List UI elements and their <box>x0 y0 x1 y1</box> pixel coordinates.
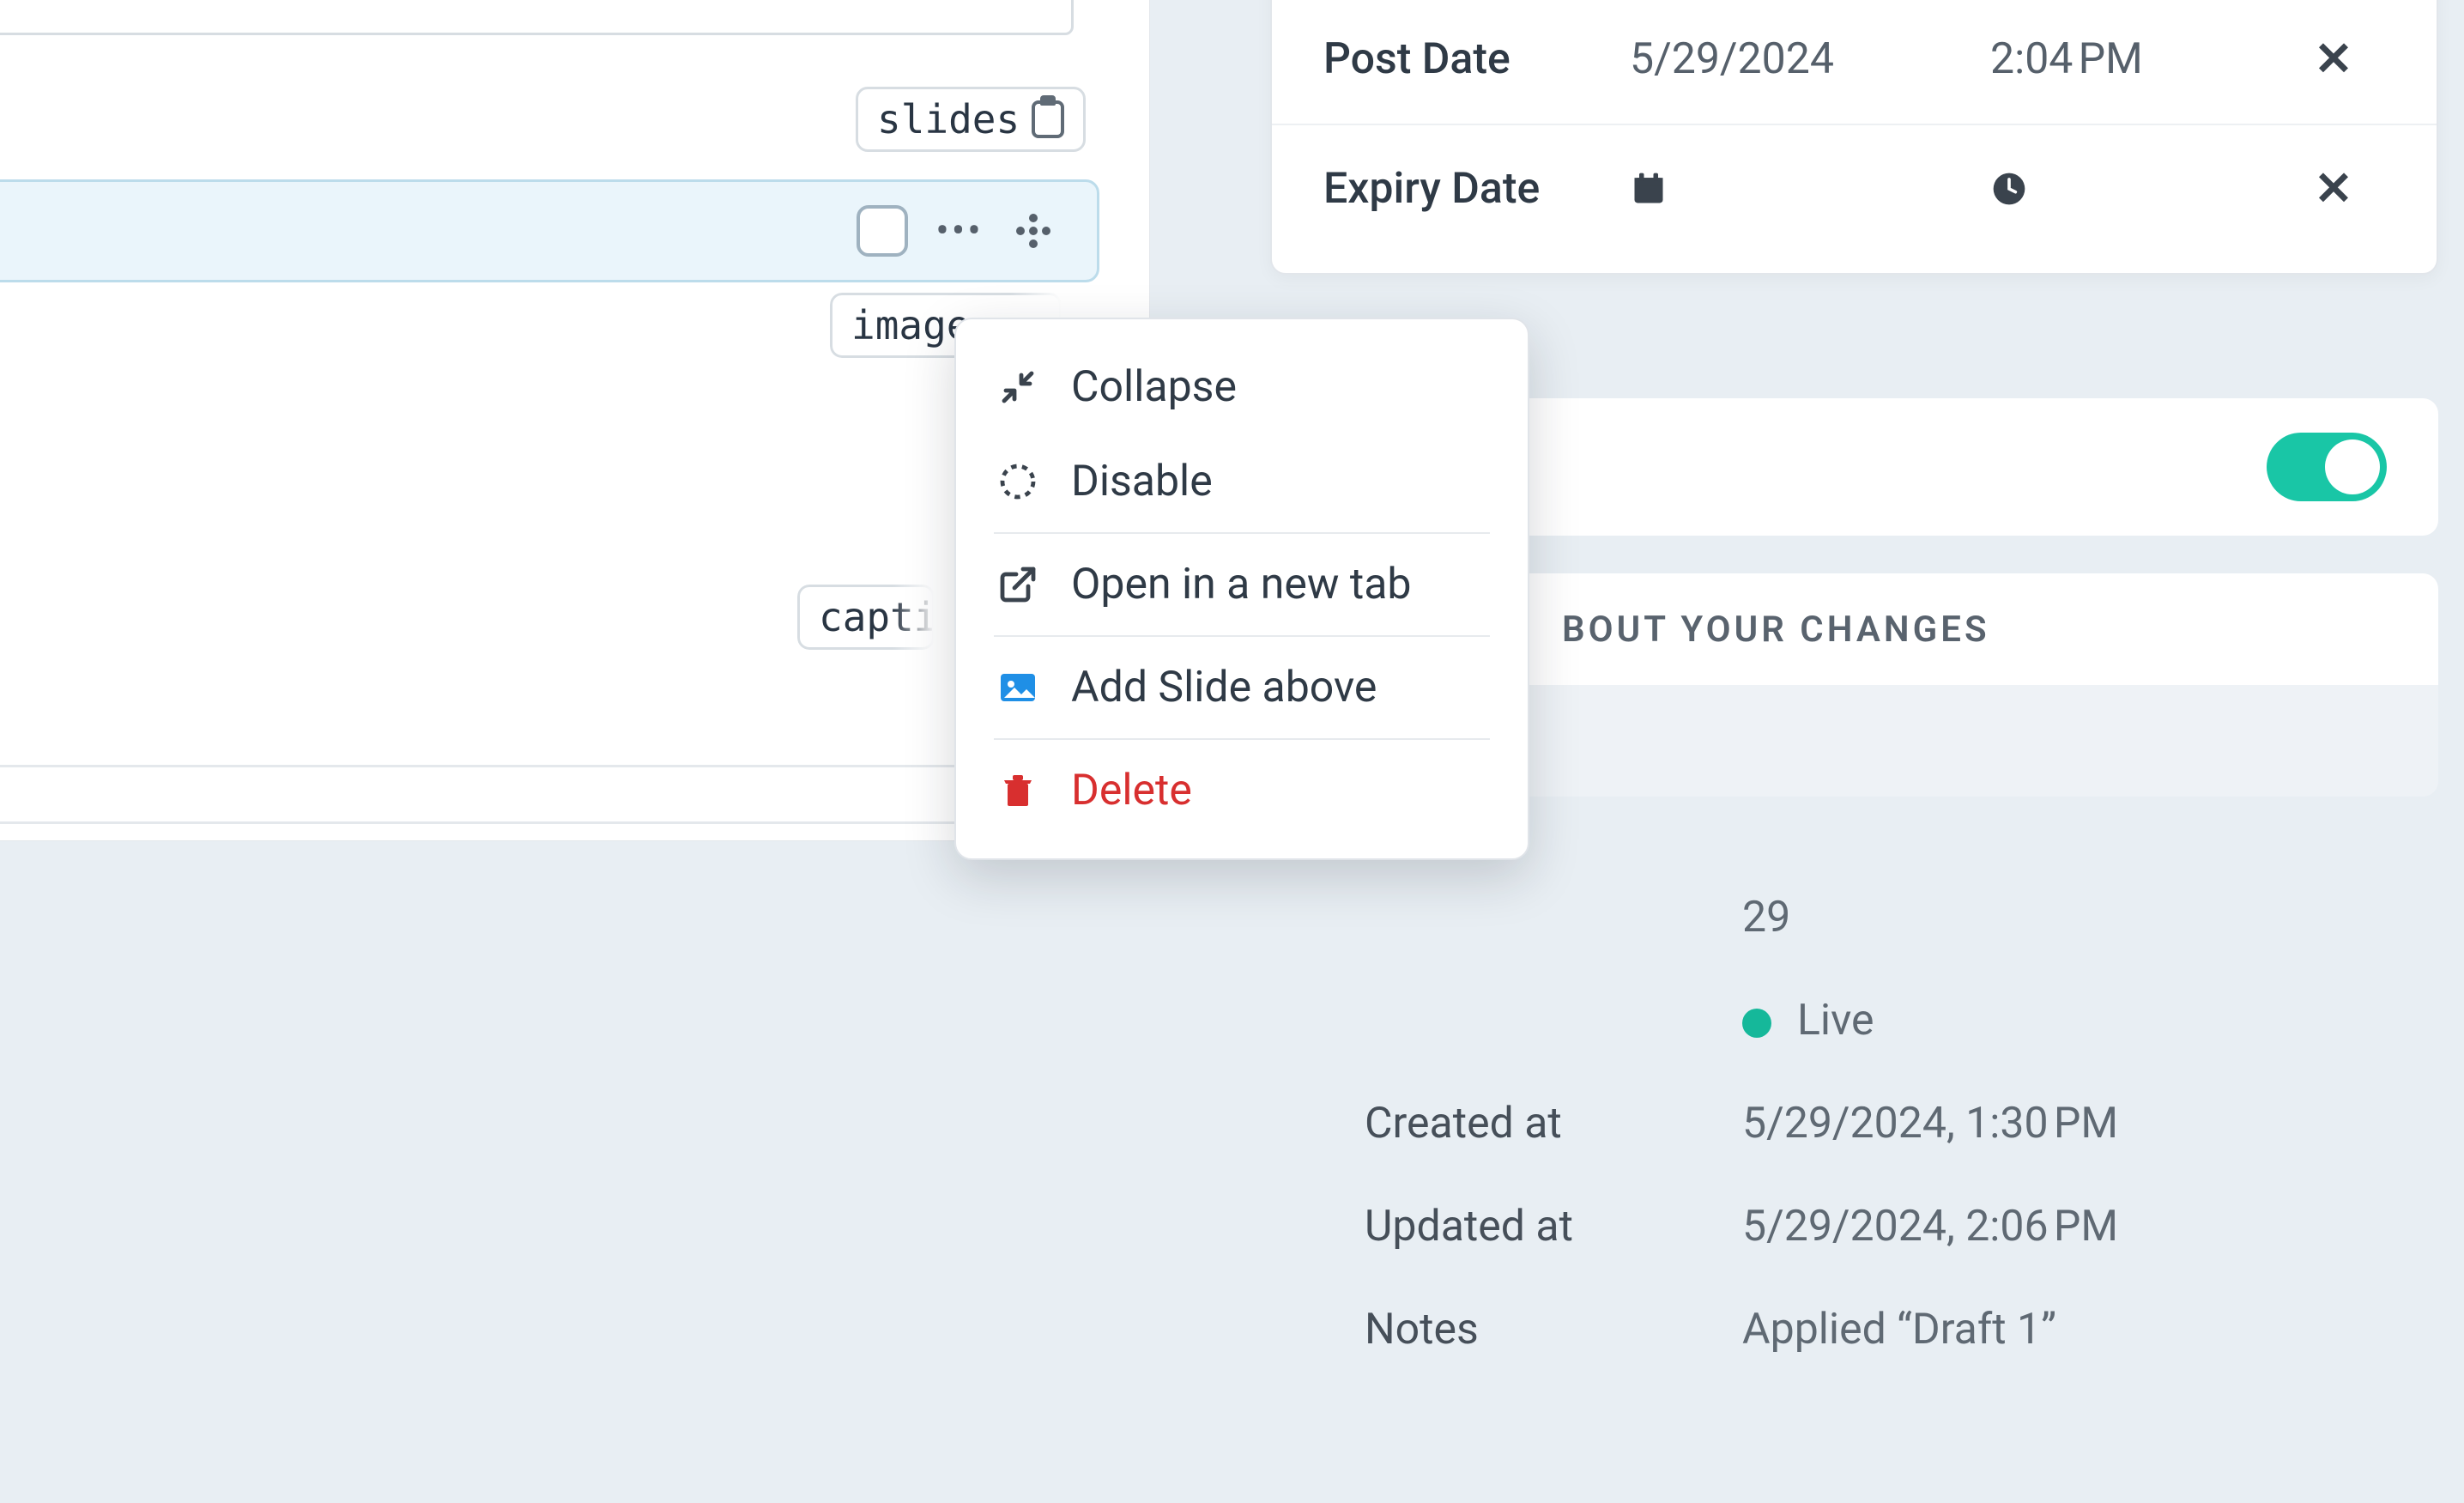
status-text: Live <box>1797 996 1874 1045</box>
field-input[interactable] <box>0 0 1074 35</box>
menu-item-label: Disable <box>1071 457 1213 506</box>
external-link-icon <box>994 561 1042 609</box>
menu-item-collapse[interactable]: Collapse <box>956 340 1528 434</box>
meta-status-value: Live <box>1742 996 2430 1045</box>
meta-created-value: 5/29/2024, 1:30 PM <box>1742 1099 2430 1148</box>
meta-info: 29 Live Created at 5/29/2024, 1:30 PM Up… <box>1365 893 2430 1355</box>
meta-notes-label: Notes <box>1365 1305 1742 1355</box>
menu-divider <box>994 738 1490 740</box>
field-tag-label: slides <box>877 96 1020 142</box>
expiry-date-row: Expiry Date ✕ <box>1272 124 2437 252</box>
clear-post-date-button[interactable]: ✕ <box>2282 32 2385 87</box>
notes-heading-text: BOUT YOUR CHANGES <box>1562 609 1990 651</box>
post-time-value[interactable]: 2:04 PM <box>1990 34 2282 84</box>
menu-item-disable[interactable]: Disable <box>956 434 1528 529</box>
move-handle-icon[interactable] <box>1011 209 1056 253</box>
disable-icon <box>994 458 1042 506</box>
meta-updated-value: 5/29/2024, 2:06 PM <box>1742 1202 2430 1251</box>
clock-icon[interactable] <box>1990 170 2282 208</box>
meta-updated-label: Updated at <box>1365 1202 1742 1251</box>
menu-item-label: Delete <box>1071 766 1192 815</box>
context-menu: Collapse Disable Open in a new tab <box>954 318 1529 860</box>
slide-row[interactable]: ••• <box>0 179 1099 282</box>
menu-divider <box>994 635 1490 637</box>
menu-item-open-new-tab[interactable]: Open in a new tab <box>956 537 1528 632</box>
field-tag-label: image <box>851 302 970 348</box>
enabled-toggle[interactable] <box>2267 433 2387 501</box>
meta-id-value: 29 <box>1742 893 2430 942</box>
menu-item-label: Add Slide above <box>1071 663 1377 712</box>
menu-item-add-slide-above[interactable]: Add Slide above <box>956 640 1528 735</box>
divider <box>0 765 971 767</box>
menu-item-label: Collapse <box>1071 362 1237 412</box>
post-date-value[interactable]: 5/29/2024 <box>1630 34 1990 84</box>
menu-divider <box>994 532 1490 534</box>
calendar-icon[interactable] <box>1630 170 1990 208</box>
status-dot-icon <box>1742 1009 1771 1038</box>
clear-expiry-date-button[interactable]: ✕ <box>2282 161 2385 216</box>
slide-more-button[interactable]: ••• <box>937 209 982 253</box>
field-tag-label: caption <box>819 594 935 640</box>
menu-item-delete[interactable]: Delete <box>956 743 1528 838</box>
slide-checkbox[interactable] <box>857 205 908 257</box>
field-tag-slides[interactable]: slides <box>856 87 1086 152</box>
dates-card: Post Date 5/29/2024 2:04 PM ✕ Expiry Dat… <box>1270 0 2438 275</box>
menu-item-label: Open in a new tab <box>1071 560 1412 609</box>
divider <box>0 821 971 824</box>
meta-id-label <box>1365 893 1742 942</box>
trash-icon <box>994 767 1042 815</box>
image-icon <box>994 664 1042 712</box>
collapse-icon <box>994 363 1042 411</box>
post-date-label: Post Date <box>1323 34 1630 84</box>
expiry-date-label: Expiry Date <box>1323 164 1630 214</box>
meta-notes-value: Applied “Draft 1” <box>1742 1305 2430 1355</box>
meta-status-label <box>1365 996 1742 1045</box>
clipboard-icon <box>1032 100 1064 138</box>
post-date-row: Post Date 5/29/2024 2:04 PM ✕ <box>1272 0 2437 124</box>
field-tag-caption[interactable]: caption <box>797 585 935 650</box>
meta-created-label: Created at <box>1365 1099 1742 1148</box>
